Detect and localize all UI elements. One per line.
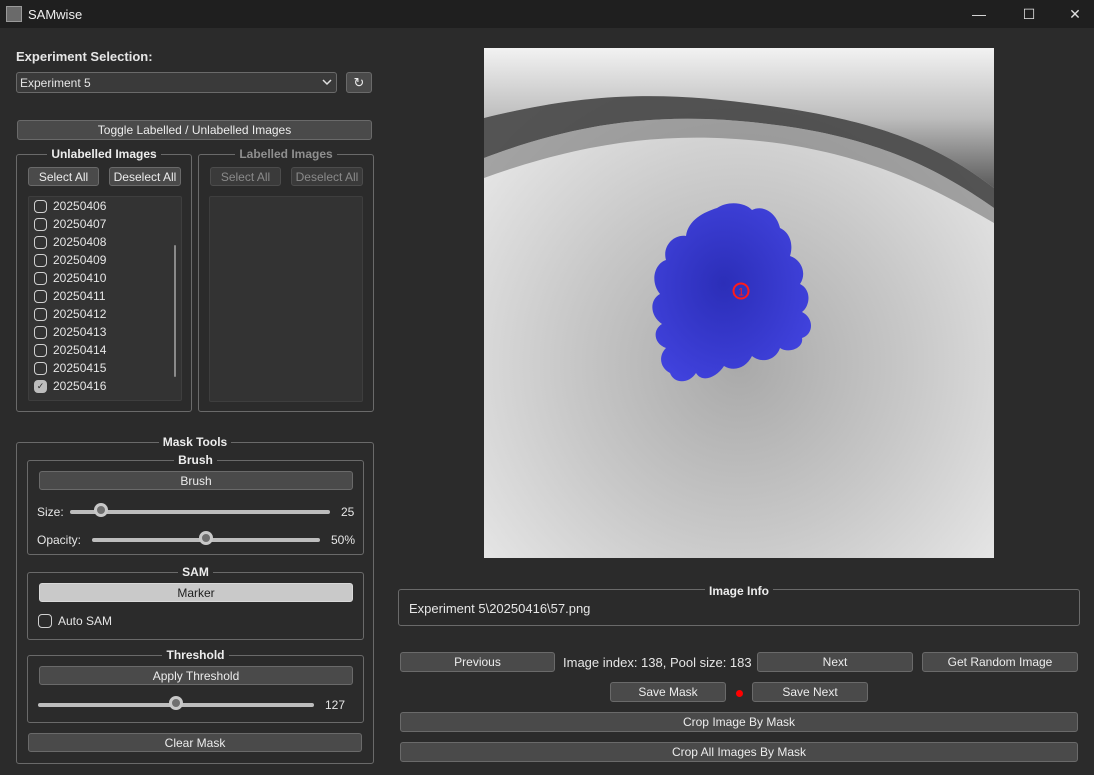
list-item[interactable]: 20250412 xyxy=(29,305,181,323)
opacity-label: Opacity: xyxy=(37,533,82,547)
image-info-group: Image Info Experiment 5\20250416\57.png xyxy=(398,584,1080,626)
sam-title: SAM xyxy=(178,565,213,579)
brush-button[interactable]: Brush xyxy=(39,471,353,490)
image-viewer[interactable]: 1 xyxy=(484,48,994,558)
list-item-checkbox[interactable]: ✓ xyxy=(34,379,47,393)
marker-button[interactable]: Marker xyxy=(39,583,353,602)
image-index-text: Image index: 138, Pool size: 183 xyxy=(563,655,752,670)
window-title: SAMwise xyxy=(28,7,83,22)
crop-image-button[interactable]: Crop Image By Mask xyxy=(400,712,1078,732)
mask-tools-group: Mask Tools Brush Brush Size: 25 Opacity:… xyxy=(16,435,374,764)
list-item-checkbox[interactable] xyxy=(34,271,47,285)
list-item-checkbox[interactable] xyxy=(34,361,47,375)
unlabelled-deselect-all-button[interactable]: Deselect All xyxy=(109,167,181,186)
list-item[interactable]: ✓ 20250416 xyxy=(29,377,181,395)
size-label: Size: xyxy=(37,505,64,519)
list-item-checkbox[interactable] xyxy=(34,199,47,213)
close-button[interactable]: ✕ xyxy=(1052,0,1094,28)
list-item-checkbox[interactable] xyxy=(34,325,47,339)
size-slider-handle[interactable] xyxy=(94,503,109,517)
list-item-checkbox[interactable] xyxy=(34,289,47,303)
list-item-label: 20250412 xyxy=(53,307,107,321)
sam-marker-number: 1 xyxy=(738,287,744,299)
refresh-icon: ↻ xyxy=(353,74,365,90)
list-item-checkbox[interactable] xyxy=(34,343,47,357)
unlabelled-select-all-button[interactable]: Select All xyxy=(28,167,99,186)
image-canvas[interactable]: 1 xyxy=(484,48,994,558)
toggle-labelled-button[interactable]: Toggle Labelled / Unlabelled Images xyxy=(17,120,372,140)
sam-group: SAM Marker Auto SAM xyxy=(27,565,364,640)
app-icon xyxy=(6,6,22,22)
next-button[interactable]: Next xyxy=(757,652,913,672)
size-value: 25 xyxy=(341,505,355,519)
list-item-checkbox[interactable] xyxy=(34,235,47,249)
previous-button[interactable]: Previous xyxy=(400,652,555,672)
list-item-checkbox[interactable] xyxy=(34,253,47,267)
list-item[interactable]: 20250413 xyxy=(29,323,181,341)
image-path: Experiment 5\20250416\57.png xyxy=(409,601,591,616)
unlabelled-image-list[interactable]: 20250406 20250407 20250408 20250409 20250410… xyxy=(28,196,182,401)
list-item-checkbox[interactable] xyxy=(34,307,47,321)
list-item-label: 20250406 xyxy=(53,199,107,213)
threshold-group: Threshold Apply Threshold 127 xyxy=(27,648,364,723)
unlabelled-images-title: Unlabelled Images xyxy=(47,147,161,161)
opacity-slider-handle[interactable] xyxy=(199,531,213,545)
list-item[interactable]: 20250406 xyxy=(29,197,181,215)
experiment-selection-heading: Experiment Selection: xyxy=(16,49,153,64)
list-item[interactable]: 20250414 xyxy=(29,341,181,359)
list-item-label: 20250411 xyxy=(53,289,106,303)
clear-mask-button[interactable]: Clear Mask xyxy=(28,733,362,752)
list-item-label: 20250409 xyxy=(53,253,107,267)
threshold-value: 127 xyxy=(325,698,346,712)
list-item-label: 20250408 xyxy=(53,235,107,249)
threshold-slider-handle[interactable] xyxy=(169,696,183,710)
list-item[interactable]: 20250409 xyxy=(29,251,181,269)
title-bar xyxy=(0,0,1094,28)
experiment-dropdown[interactable]: Experiment 5 xyxy=(16,72,337,93)
list-item-label: 20250414 xyxy=(53,343,107,357)
unsaved-indicator xyxy=(736,690,743,697)
list-scrollbar[interactable] xyxy=(174,245,176,377)
experiment-dropdown-value: Experiment 5 xyxy=(20,76,91,90)
crop-all-images-button[interactable]: Crop All Images By Mask xyxy=(400,742,1078,762)
opacity-value: 50% xyxy=(331,533,356,547)
labelled-images-group: Labelled Images Select All Deselect All xyxy=(198,147,374,412)
brush-group: Brush Brush Size: 25 Opacity: 50% xyxy=(27,453,364,555)
brush-title: Brush xyxy=(174,453,217,467)
list-item-label: 20250415 xyxy=(53,361,107,375)
list-item-label: 20250407 xyxy=(53,217,107,231)
minimize-button[interactable]: — xyxy=(956,0,1002,28)
maximize-button[interactable]: ☐ xyxy=(1006,0,1052,28)
threshold-title: Threshold xyxy=(162,648,229,662)
list-item-checkbox[interactable] xyxy=(34,217,47,231)
list-item[interactable]: 20250410 xyxy=(29,269,181,287)
auto-sam-checkbox[interactable]: Auto SAM xyxy=(38,614,112,628)
list-item[interactable]: 20250407 xyxy=(29,215,181,233)
save-mask-button[interactable]: Save Mask xyxy=(610,682,726,702)
auto-sam-checkbox-box[interactable] xyxy=(38,614,52,628)
labelled-select-all-button[interactable]: Select All xyxy=(210,167,281,186)
labelled-images-title: Labelled Images xyxy=(235,147,337,161)
mask-tools-title: Mask Tools xyxy=(158,435,232,449)
auto-sam-label: Auto SAM xyxy=(58,614,113,628)
apply-threshold-button[interactable]: Apply Threshold xyxy=(39,666,353,685)
random-image-button[interactable]: Get Random Image xyxy=(922,652,1078,672)
list-item[interactable]: 20250415 xyxy=(29,359,181,377)
list-item-label: 20250410 xyxy=(53,271,107,285)
list-item[interactable]: 20250411 xyxy=(29,287,181,305)
list-item-label: 20250416 xyxy=(53,379,107,393)
save-next-button[interactable]: Save Next xyxy=(752,682,868,702)
chevron-down-icon xyxy=(322,79,332,86)
unlabelled-images-group: Unlabelled Images Select All Deselect Al… xyxy=(16,147,192,412)
list-item[interactable]: 20250408 xyxy=(29,233,181,251)
labelled-deselect-all-button[interactable]: Deselect All xyxy=(291,167,363,186)
size-slider-track[interactable] xyxy=(70,510,330,514)
labelled-image-list[interactable] xyxy=(209,196,363,402)
list-item-label: 20250413 xyxy=(53,325,107,339)
image-info-title: Image Info xyxy=(704,584,773,598)
refresh-button[interactable]: ↻ xyxy=(346,72,372,93)
